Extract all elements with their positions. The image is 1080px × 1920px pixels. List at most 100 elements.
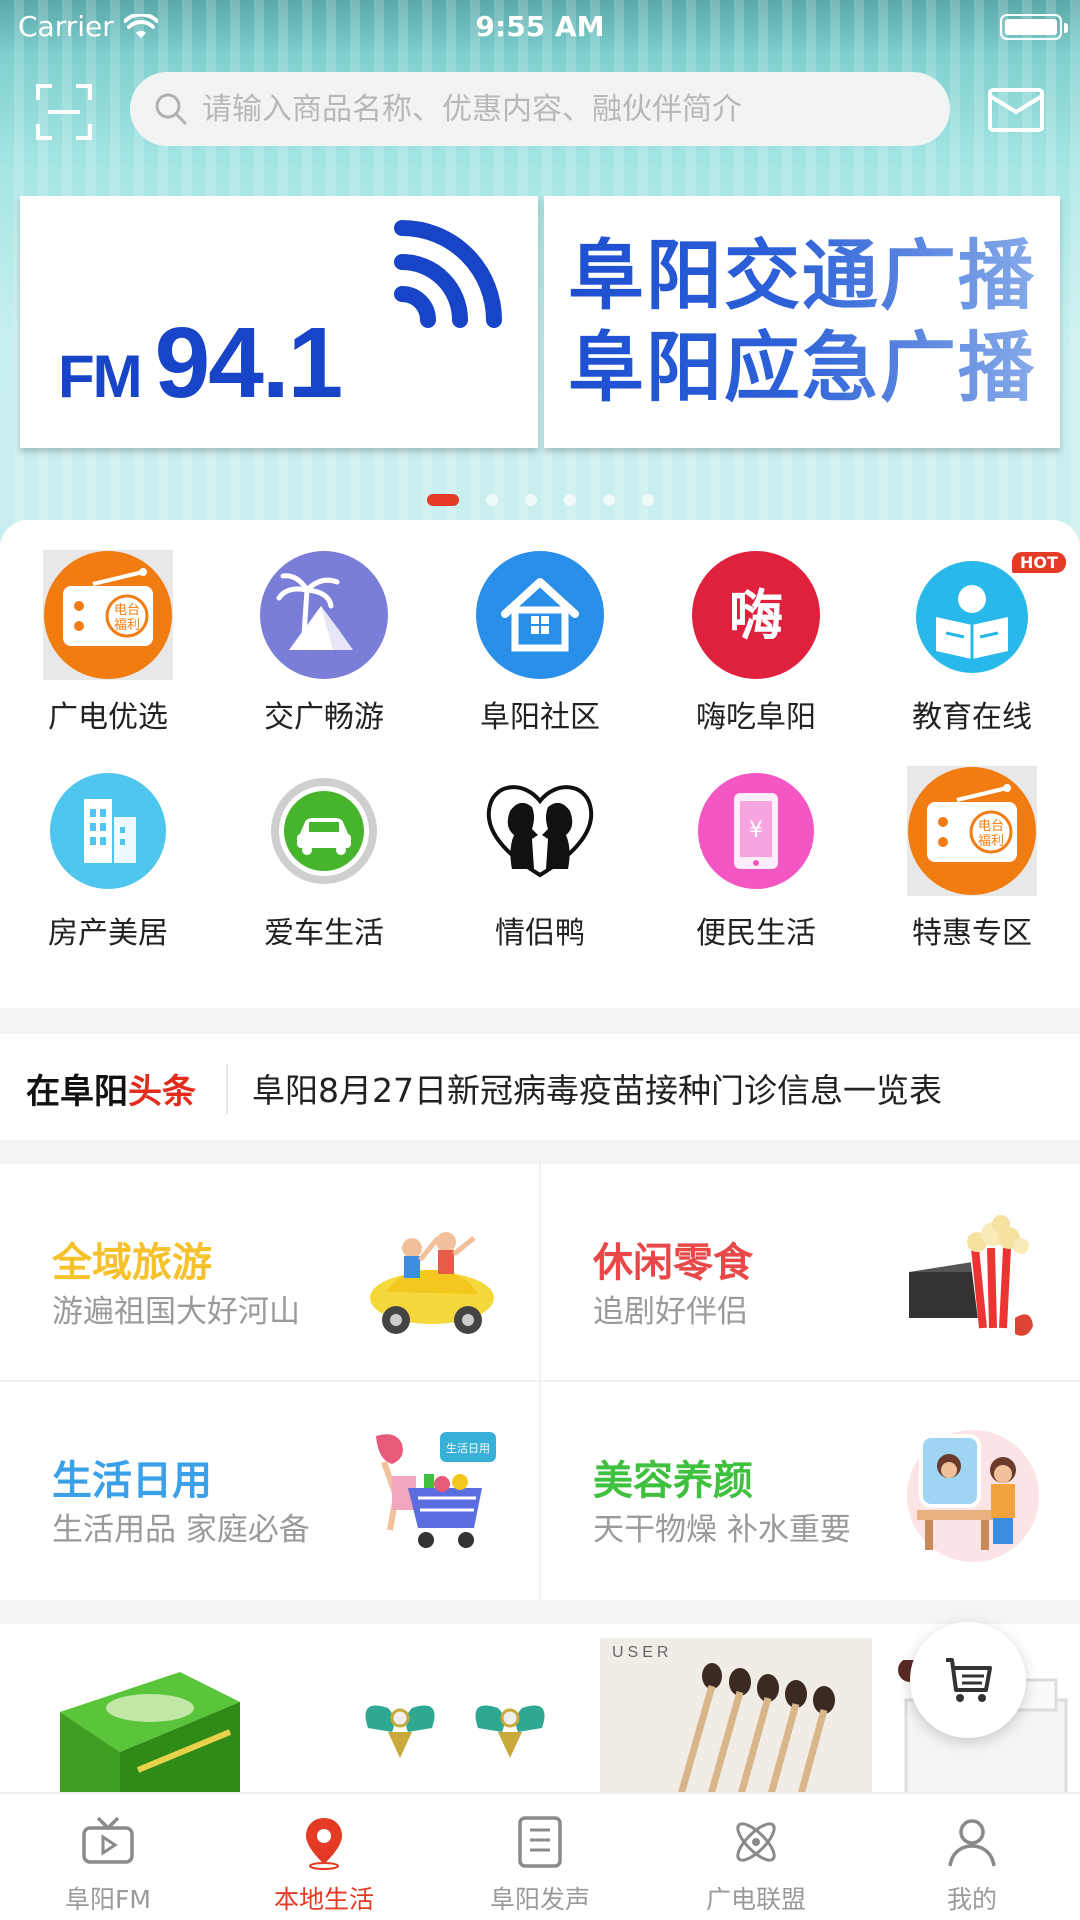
shopping-cart-icon: 生活日用	[376, 1432, 496, 1548]
main-content: 电台 福利 广电优选 交广畅游 阜阳社区 嗨 嗨吃阜阳 HOT 教育在线 房产美…	[0, 520, 1080, 1792]
grid-item-haichi-fuyang[interactable]: 嗨 嗨吃阜阳	[648, 550, 864, 740]
couple-heart-icon	[475, 766, 605, 896]
tv-play-icon	[82, 1816, 134, 1864]
tab-guangdian-alliance[interactable]: 广电联盟	[648, 1794, 864, 1920]
food-icon: 嗨	[691, 550, 821, 680]
radio-icon: 电台 福利	[43, 550, 173, 680]
tab-label: 广电联盟	[705, 1885, 806, 1914]
grid-item-label: 阜阳社区	[480, 700, 600, 735]
house-icon	[475, 550, 605, 680]
banner-carousel[interactable]: FM 94.1 阜阳交通广播 阜阳应急广播	[20, 196, 1060, 452]
section-divider	[0, 1140, 1080, 1164]
svg-text:¥: ¥	[749, 818, 763, 843]
headline-logo-part2: 头条	[128, 1072, 196, 1112]
svg-text:电台: 电台	[114, 603, 140, 618]
card-divider-horizontal	[0, 1380, 1080, 1382]
location-pin-icon	[306, 1818, 342, 1870]
product-soap-box[interactable]	[50, 1642, 250, 1792]
card-title: 美容养颜	[593, 1458, 753, 1504]
tab-label: 阜阳发声	[489, 1885, 590, 1914]
grid-item-label: 广电优选	[48, 700, 168, 735]
card-snacks[interactable]: 休闲零食 追剧好伴侣	[541, 1164, 1079, 1380]
grid-item-tehui-zhuanqu[interactable]: 电台 福利 特惠专区	[864, 766, 1080, 956]
travel-car-icon	[370, 1232, 494, 1334]
cart-button[interactable]	[910, 1622, 1026, 1738]
banner-text-panel: 阜阳交通广播 阜阳应急广播	[544, 196, 1060, 448]
phone-pay-icon: ¥	[691, 766, 821, 896]
tab-label: 我的	[946, 1885, 997, 1914]
grid-item-label: 特惠专区	[912, 916, 1032, 951]
carousel-dot[interactable]	[563, 494, 576, 506]
headline-logo: 在阜阳头条	[26, 1064, 196, 1113]
tab-label: 本地生活	[273, 1885, 374, 1914]
banner-fm-prefix: FM	[58, 343, 143, 410]
product-brushes[interactable]: USER	[600, 1638, 872, 1792]
card-subtitle: 追剧好伴侣	[593, 1294, 748, 1330]
tab-fuyang-voice[interactable]: 阜阳发声	[432, 1794, 648, 1920]
banner-fm-panel: FM 94.1	[20, 196, 538, 448]
section-divider	[0, 1600, 1080, 1624]
grid-item-label: 爱车生活	[264, 916, 384, 951]
hot-badge: HOT	[1012, 552, 1066, 573]
mirror-woman-icon	[907, 1430, 1039, 1562]
grid-item-fuyang-shequ[interactable]: 阜阳社区	[432, 550, 648, 740]
banner-fm-logo: FM 94.1	[58, 306, 344, 421]
carousel-dot[interactable]	[524, 494, 537, 506]
card-subtitle: 游遍祖国大好河山	[52, 1294, 300, 1330]
grid-item-label: 情侣鸭	[495, 916, 585, 951]
headline-logo-part1: 在阜阳	[26, 1072, 128, 1112]
battery-icon	[1000, 14, 1068, 40]
category-cards: 全域旅游 游遍祖国大好河山 休闲零食 追剧好伴侣 生活日用 生活用品 家庭必备	[0, 1164, 1080, 1600]
card-subtitle: 天干物燥 补水重要	[593, 1512, 851, 1548]
palm-mountain-icon	[259, 550, 389, 680]
grid-item-fangchan-meiju[interactable]: 房产美居	[0, 766, 216, 956]
makeup-brush-icon	[678, 1663, 835, 1792]
grid-item-label: 教育在线	[912, 700, 1032, 735]
grid-item-qinglv-ya[interactable]: 情侣鸭	[432, 766, 648, 956]
grid-item-label: 嗨吃阜阳	[696, 700, 816, 735]
search-input[interactable]	[202, 91, 942, 127]
banner-line-1: 阜阳交通广播	[568, 230, 1060, 322]
carousel-dot-active[interactable]	[426, 494, 459, 506]
card-daily-goods[interactable]: 生活日用 生活用品 家庭必备 生活日用	[0, 1382, 538, 1598]
carousel-dot[interactable]	[641, 494, 654, 506]
carousel-dot[interactable]	[602, 494, 615, 506]
headline-ticker[interactable]: 在阜阳头条 阜阳8月27日新冠病毒疫苗接种门诊信息一览表	[0, 1034, 1080, 1144]
grid-item-bianmin-shenghuo[interactable]: ¥ 便民生活	[648, 766, 864, 956]
grid-item-label: 房产美居	[48, 916, 168, 951]
scan-icon[interactable]	[36, 84, 92, 140]
atom-icon	[736, 1822, 776, 1862]
svg-text:生活日用: 生活日用	[446, 1441, 490, 1455]
headline-separator	[226, 1064, 228, 1114]
card-title: 休闲零食	[593, 1240, 753, 1286]
banner-line-2: 阜阳应急广播	[568, 322, 1060, 414]
status-bar: Carrier 9:55 AM	[0, 0, 1080, 54]
headline-text[interactable]: 阜阳8月27日新冠病毒疫苗接种门诊信息一览表	[252, 1064, 942, 1112]
card-travel[interactable]: 全域旅游 游遍祖国大好河山	[0, 1164, 538, 1380]
grid-item-jiaoguang-changyou[interactable]: 交广畅游	[216, 550, 432, 740]
product-earrings[interactable]	[348, 1688, 558, 1792]
building-icon	[43, 766, 173, 896]
user-icon	[948, 1819, 996, 1867]
svg-text:电台: 电台	[978, 819, 1004, 834]
banner-fm-number: 94.1	[154, 307, 344, 419]
carousel-indicator	[0, 494, 1080, 508]
grid-item-aiche-shenghuo[interactable]: 爱车生活	[216, 766, 432, 956]
radio-icon: 电台 福利	[907, 766, 1037, 896]
card-title: 全域旅游	[52, 1240, 212, 1286]
status-time: 9:55 AM	[475, 10, 605, 43]
grid-item-guangdian-youxuan[interactable]: 电台 福利 广电优选	[0, 550, 216, 740]
tab-fuyang-fm[interactable]: 阜阳FM	[0, 1794, 216, 1920]
grid-item-label: 便民生活	[696, 916, 816, 951]
search-bar[interactable]	[130, 72, 950, 146]
carousel-dot[interactable]	[485, 494, 498, 506]
mail-icon[interactable]	[988, 88, 1044, 132]
svg-text:嗨: 嗨	[729, 584, 783, 647]
tab-mine[interactable]: 我的	[864, 1794, 1080, 1920]
bottom-tab-bar: 阜阳FM 本地生活 阜阳发声 广电联盟 我的	[0, 1792, 1080, 1920]
grid-item-jiaoyu-zaixian[interactable]: HOT 教育在线	[864, 550, 1080, 740]
tab-local-life[interactable]: 本地生活	[216, 1794, 432, 1920]
cart-icon	[946, 1658, 992, 1702]
card-divider-vertical	[539, 1164, 541, 1600]
card-beauty[interactable]: 美容养颜 天干物燥 补水重要	[541, 1382, 1079, 1598]
